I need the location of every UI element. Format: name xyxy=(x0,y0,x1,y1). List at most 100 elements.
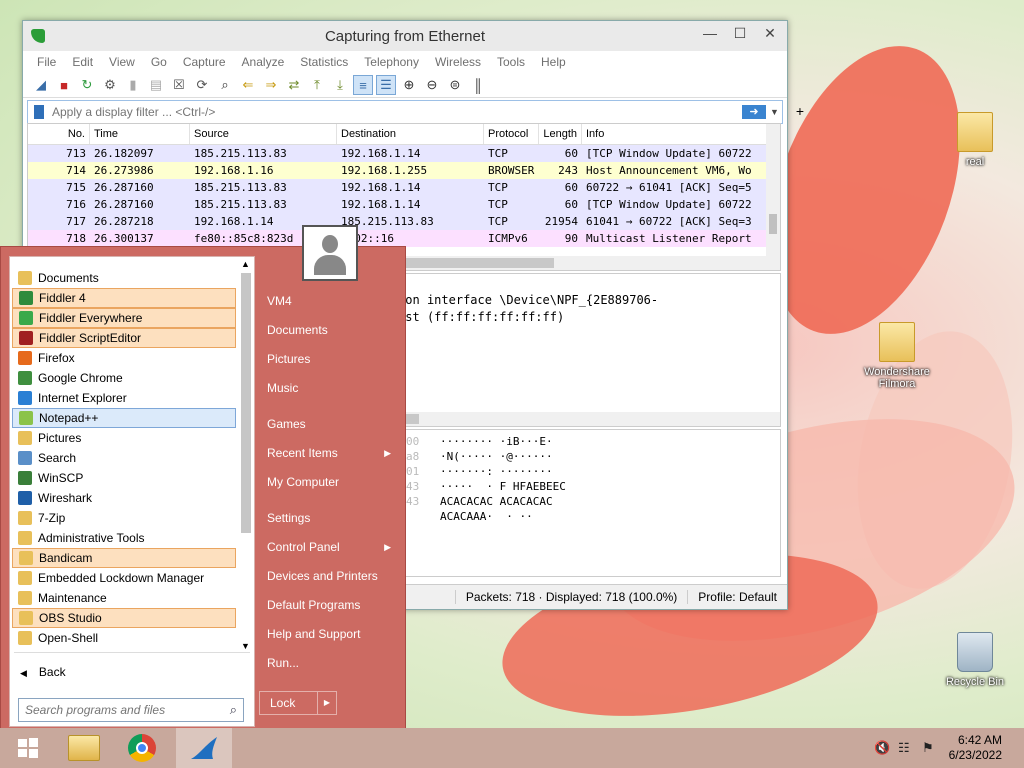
program-item[interactable]: Internet Explorer xyxy=(12,388,236,408)
start-place-settings[interactable]: Settings xyxy=(257,504,401,533)
column-header[interactable]: Source xyxy=(190,124,337,144)
program-item[interactable]: Documents xyxy=(12,268,236,288)
go-to-packet-icon[interactable]: ⇄ xyxy=(284,75,304,95)
table-row[interactable]: 716 26.287160 185.215.113.83 192.168.1.14 TC… xyxy=(28,196,780,213)
column-header[interactable]: No. xyxy=(28,124,90,144)
back-button[interactable]: ◀ Back xyxy=(20,665,66,679)
program-item[interactable]: Notepad++ xyxy=(12,408,236,428)
start-place-devices-and-printers[interactable]: Devices and Printers xyxy=(257,562,401,591)
start-place-vm4[interactable]: VM4 xyxy=(257,287,401,316)
column-header[interactable]: Time xyxy=(90,124,190,144)
search-icon[interactable]: ⌕ xyxy=(230,702,243,718)
save-file-icon[interactable]: ▤ xyxy=(146,75,166,95)
restart-capture-icon[interactable]: ↻ xyxy=(77,75,97,95)
reload-icon[interactable]: ⟳ xyxy=(192,75,212,95)
minimize-button[interactable]: — xyxy=(695,21,725,45)
menu-help[interactable]: Help xyxy=(533,51,574,73)
table-row[interactable]: 714 26.273986 192.168.1.16 192.168.1.255 BRO… xyxy=(28,162,780,179)
program-item[interactable]: Embedded Lockdown Manager xyxy=(12,568,236,588)
user-avatar[interactable] xyxy=(302,225,358,281)
start-place-games[interactable]: Games xyxy=(257,410,401,439)
zoom-in-icon[interactable]: ⊕ xyxy=(399,75,419,95)
menu-view[interactable]: View xyxy=(101,51,143,73)
column-header[interactable]: Info xyxy=(582,124,780,144)
menu-analyze[interactable]: Analyze xyxy=(234,51,293,73)
last-packet-icon[interactable]: ⤓ xyxy=(330,75,350,95)
start-search-input[interactable] xyxy=(19,702,230,718)
start-place-my-computer[interactable]: My Computer xyxy=(257,468,401,497)
go-back-icon[interactable]: ⇐ xyxy=(238,75,258,95)
autoscroll-icon[interactable]: ≡ xyxy=(353,75,373,95)
start-place-pictures[interactable]: Pictures xyxy=(257,345,401,374)
go-forward-icon[interactable]: ⇒ xyxy=(261,75,281,95)
program-item[interactable]: Open-Shell xyxy=(12,628,236,648)
program-item[interactable]: Bandicam xyxy=(12,548,236,568)
open-file-icon[interactable]: ▮ xyxy=(123,75,143,95)
profile-status[interactable]: Profile: Default xyxy=(687,590,787,604)
taskbar-explorer[interactable] xyxy=(56,728,112,768)
program-item[interactable]: Fiddler Everywhere xyxy=(12,308,236,328)
program-item[interactable]: Administrative Tools xyxy=(12,528,236,548)
program-item[interactable]: OBS Studio xyxy=(12,608,236,628)
table-row[interactable]: 715 26.287160 185.215.113.83 192.168.1.14 TC… xyxy=(28,179,780,196)
start-place-help-and-support[interactable]: Help and Support xyxy=(257,620,401,649)
start-place-control-panel[interactable]: Control Panel ▶ xyxy=(257,533,401,562)
zoom-normal-icon[interactable]: ⊜ xyxy=(445,75,465,95)
colorize-icon[interactable]: ☰ xyxy=(376,75,396,95)
menu-tools[interactable]: Tools xyxy=(489,51,533,73)
program-item[interactable]: 7-Zip xyxy=(12,508,236,528)
bookmark-icon[interactable] xyxy=(34,105,44,119)
zoom-out-icon[interactable]: ⊖ xyxy=(422,75,442,95)
menu-go[interactable]: Go xyxy=(143,51,175,73)
start-place-documents[interactable]: Documents xyxy=(257,316,401,345)
programs-scrollbar[interactable]: ▲ ▼ xyxy=(238,259,252,651)
close-button[interactable]: ✕ xyxy=(755,21,785,45)
volume-muted-icon[interactable]: 🔇 xyxy=(874,740,890,756)
program-item[interactable]: Search xyxy=(12,448,236,468)
find-packet-icon[interactable]: ⌕ xyxy=(215,75,235,95)
first-packet-icon[interactable]: ⤒ xyxy=(307,75,327,95)
program-item[interactable]: Google Chrome xyxy=(12,368,236,388)
menu-telephony[interactable]: Telephony xyxy=(356,51,427,73)
program-item[interactable]: Maintenance xyxy=(12,588,236,608)
resize-columns-icon[interactable]: ║ xyxy=(468,75,488,95)
table-row[interactable]: 718 26.300137 fe80::85c8:823d ff02::16 ICMPv… xyxy=(28,230,780,247)
stop-capture-icon[interactable]: ■ xyxy=(54,75,74,95)
lock-button[interactable]: Lock ▶ xyxy=(259,691,337,715)
close-file-icon[interactable]: ☒ xyxy=(169,75,189,95)
apply-filter-button[interactable]: ➜ xyxy=(742,105,766,119)
program-item[interactable]: WinSCP xyxy=(12,468,236,488)
menu-wireless[interactable]: Wireless xyxy=(427,51,489,73)
taskbar-wireshark[interactable] xyxy=(176,728,232,768)
start-button[interactable] xyxy=(0,728,56,768)
program-item[interactable]: Fiddler ScriptEditor xyxy=(12,328,236,348)
menu-statistics[interactable]: Statistics xyxy=(292,51,356,73)
menu-file[interactable]: File xyxy=(29,51,64,73)
start-place-default-programs[interactable]: Default Programs xyxy=(257,591,401,620)
program-item[interactable]: Fiddler 4 xyxy=(12,288,236,308)
desktop-icon-recycle-bin[interactable]: Recycle Bin xyxy=(935,632,1015,688)
column-header[interactable]: Destination xyxy=(337,124,484,144)
program-item[interactable]: Wireshark xyxy=(12,488,236,508)
column-header[interactable]: Length xyxy=(539,124,582,144)
maximize-button[interactable]: ☐ xyxy=(725,21,755,45)
packet-list-scrollbar[interactable] xyxy=(766,124,780,270)
title-bar[interactable]: Capturing from Ethernet — ☐ ✕ xyxy=(23,21,787,51)
desktop-icon-filmora[interactable]: Wondershare Filmora xyxy=(857,322,937,390)
program-item[interactable]: Firefox xyxy=(12,348,236,368)
display-filter-input[interactable] xyxy=(50,104,742,120)
chevron-down-icon[interactable]: ▼ xyxy=(770,107,782,117)
start-place-music[interactable]: Music xyxy=(257,374,401,403)
table-row[interactable]: 713 26.182097 185.215.113.83 192.168.1.14 TC… xyxy=(28,145,780,162)
start-place-recent-items[interactable]: Recent Items ▶ xyxy=(257,439,401,468)
menu-capture[interactable]: Capture xyxy=(175,51,234,73)
table-row[interactable]: 717 26.287218 192.168.1.14 185.215.113.83 TC… xyxy=(28,213,780,230)
taskbar-chrome[interactable] xyxy=(114,728,170,768)
action-center-icon[interactable]: ⚑ xyxy=(922,740,938,756)
add-filter-button[interactable]: + xyxy=(796,103,804,119)
capture-options-icon[interactable]: ⚙ xyxy=(100,75,120,95)
column-header[interactable]: Protocol xyxy=(484,124,539,144)
network-icon[interactable]: ☷ xyxy=(898,740,914,756)
menu-edit[interactable]: Edit xyxy=(64,51,101,73)
lock-options-arrow-icon[interactable]: ▶ xyxy=(317,692,336,714)
